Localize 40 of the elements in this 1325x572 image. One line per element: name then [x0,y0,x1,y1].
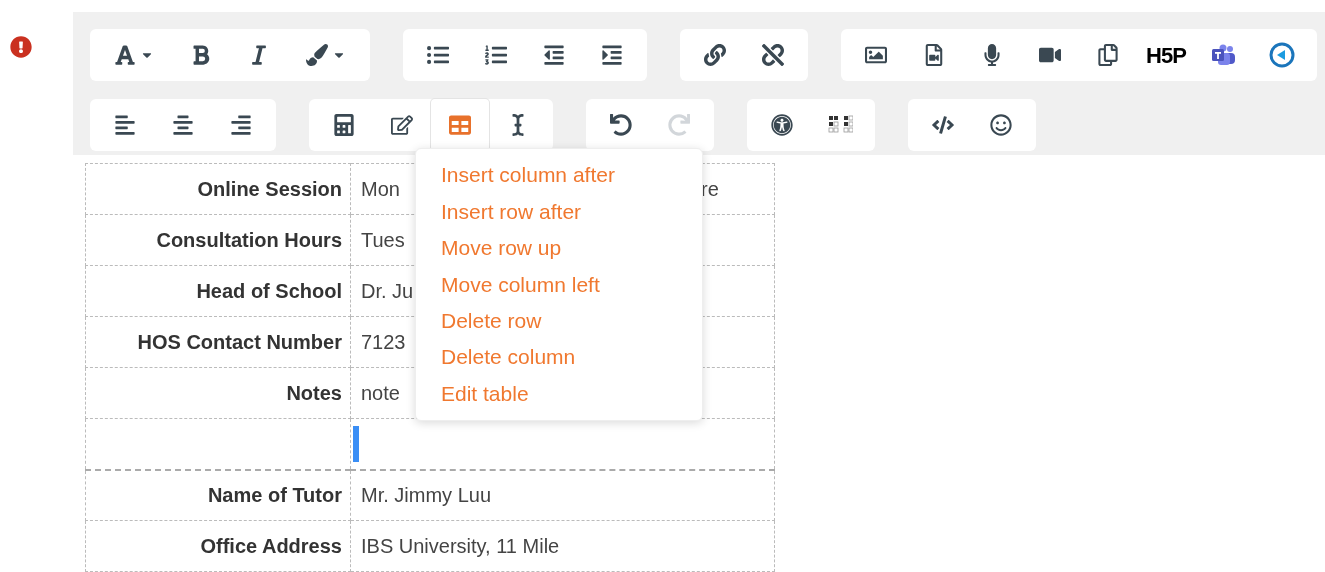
paintbrush-icon [306,44,328,66]
table-cell: Office Address [85,520,351,572]
table-cell: Name of Tutor [85,469,351,521]
align-left-icon [114,114,136,136]
h5p-button[interactable]: H5P [1137,29,1195,81]
redo-icon [668,114,690,136]
table-cell: HOS Contact Number [85,316,351,368]
code-icon [932,114,954,136]
table-cell: Mr. Jimmy Luu [350,469,775,521]
microphone-icon [981,44,1003,66]
indent-icon [601,44,623,66]
table-cell: Online Session [85,163,351,215]
menu-item[interactable]: Move row up [441,229,702,267]
table-cell: Consultation Hours [85,214,351,266]
edit-icon [391,114,413,136]
align-center-icon [172,114,194,136]
unlink-icon [762,44,784,66]
accessibility-icon [771,114,793,136]
table-cell: Head of School [85,265,351,317]
calculator-icon [333,114,355,136]
people-icon [1211,44,1237,66]
align-right-icon [230,114,252,136]
table-icon [449,114,471,136]
image-icon [865,44,887,66]
menu-item[interactable]: Edit table [441,375,702,412]
numbered-list-icon [485,44,507,66]
undo-icon [610,114,632,136]
menu-item[interactable]: Move column left [441,266,702,303]
play-back-circle-icon [1269,42,1295,68]
error-icon [10,36,32,58]
table-cell: Notes [85,367,351,419]
copy-icon [1097,44,1119,66]
smiley-icon [990,114,1012,136]
table-cell: IBS University, 11 Mile [350,520,775,572]
font-icon [114,44,136,66]
bullet-list-icon [427,44,449,66]
video-file-icon [923,44,945,66]
outdent-icon [543,44,565,66]
braille-icon [827,114,853,136]
link-icon [704,44,726,66]
